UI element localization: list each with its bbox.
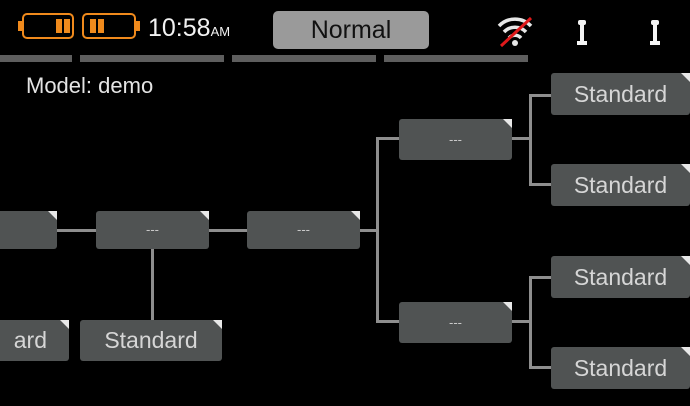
flight-mode-button[interactable]: Normal <box>273 11 429 49</box>
trim-segment <box>384 55 528 62</box>
mix-block-1[interactable]: --- <box>96 211 209 249</box>
mix-block-partial[interactable] <box>0 211 57 249</box>
mix-output-partial[interactable]: ard <box>0 320 69 361</box>
connector-line <box>57 229 96 232</box>
clock-time: 10:58 <box>148 14 211 42</box>
battery-icon <box>82 13 140 39</box>
trim-segment <box>80 55 224 62</box>
connector-line <box>376 137 400 140</box>
connector-line <box>376 137 379 323</box>
clock-suffix: AM <box>210 24 231 39</box>
trim-segment <box>0 55 72 62</box>
connector-line <box>529 366 551 369</box>
connector-line <box>529 94 532 186</box>
connector-line <box>209 229 247 232</box>
connector-line <box>151 249 154 320</box>
mix-output-standard[interactable]: Standard <box>551 164 690 206</box>
battery-level-icon <box>98 19 104 33</box>
mix-output-standard[interactable]: Standard <box>80 320 222 361</box>
battery-level-icon <box>90 19 96 33</box>
mix-block-2[interactable]: --- <box>247 211 360 249</box>
switch-icon <box>577 20 587 45</box>
mix-block-bottom[interactable]: --- <box>399 302 512 343</box>
mix-output-standard[interactable]: Standard <box>551 73 690 115</box>
trim-segment <box>232 55 376 62</box>
clock: 10:58AM <box>148 14 230 43</box>
battery-level-icon <box>56 19 62 33</box>
connector-line <box>529 94 551 97</box>
mix-block-top[interactable]: --- <box>399 119 512 160</box>
switch-icon <box>650 20 660 45</box>
connector-line <box>376 320 400 323</box>
mix-output-standard[interactable]: Standard <box>551 256 690 298</box>
model-name: Model: demo <box>26 73 154 98</box>
battery-level-icon <box>64 19 70 33</box>
connector-line <box>529 276 551 279</box>
connector-line <box>529 183 551 186</box>
battery-icon <box>18 13 74 39</box>
mix-output-standard[interactable]: Standard <box>551 347 690 389</box>
connector-line <box>529 276 532 369</box>
no-signal-icon <box>497 16 533 48</box>
